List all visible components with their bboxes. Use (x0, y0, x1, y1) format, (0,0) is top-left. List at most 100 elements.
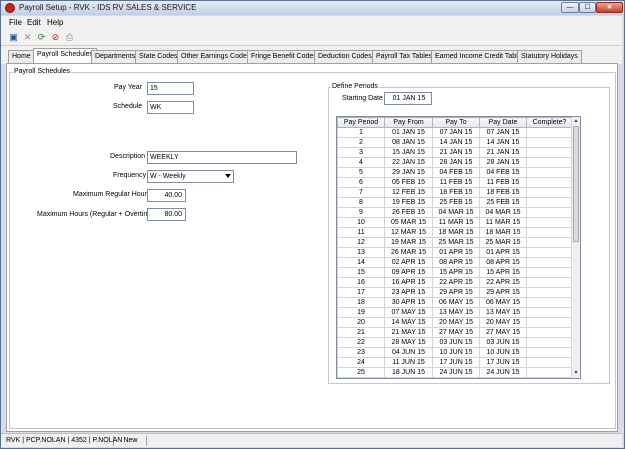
menu-file[interactable]: File (9, 18, 22, 27)
table-row[interactable]: 10 05 MAR 15 11 MAR 15 11 MAR 15 (337, 217, 573, 228)
cell-pay-period[interactable]: 14 (337, 257, 385, 268)
cell-complete[interactable] (526, 147, 573, 158)
cell-pay-period[interactable]: 17 (337, 287, 385, 298)
cell-pay-to[interactable]: 14 JAN 15 (432, 137, 480, 148)
cell-complete[interactable] (526, 337, 573, 348)
tab-departments[interactable]: Departments (91, 50, 140, 64)
cell-pay-from[interactable]: 22 JAN 15 (384, 157, 433, 168)
cell-pay-from[interactable]: 14 MAY 15 (384, 317, 433, 328)
cell-pay-from[interactable]: 19 FEB 15 (384, 197, 433, 208)
cell-pay-date[interactable]: 27 MAY 15 (479, 327, 527, 338)
cell-pay-date[interactable]: 28 JAN 15 (479, 157, 527, 168)
cell-pay-period[interactable]: 20 (337, 317, 385, 328)
cell-pay-from[interactable]: 02 APR 15 (384, 257, 433, 268)
scrollbar-thumb[interactable] (573, 126, 579, 242)
tab-fringe-benefit-codes[interactable]: Fringe Benefit Codes (247, 50, 321, 64)
cell-pay-to[interactable]: 11 FEB 15 (432, 177, 480, 188)
cell-pay-period[interactable]: 8 (337, 197, 385, 208)
starting-date-input[interactable]: 01 JAN 15 (384, 92, 432, 105)
cell-pay-period[interactable]: 12 (337, 237, 385, 248)
cell-pay-from[interactable]: 21 MAY 15 (384, 327, 433, 338)
cell-pay-date[interactable]: 18 MAR 15 (479, 227, 527, 238)
column-header-pay-date[interactable]: Pay Date (479, 117, 527, 128)
cell-complete[interactable] (526, 277, 573, 288)
cell-complete[interactable] (526, 307, 573, 318)
cell-pay-period[interactable]: 6 (337, 177, 385, 188)
table-row[interactable]: 15 09 APR 15 15 APR 15 15 APR 15 (337, 267, 573, 278)
table-row[interactable]: 11 12 MAR 15 18 MAR 15 18 MAR 15 (337, 227, 573, 238)
table-row[interactable]: 6 05 FEB 15 11 FEB 15 11 FEB 15 (337, 177, 573, 188)
table-row[interactable]: 12 19 MAR 15 25 MAR 15 25 MAR 15 (337, 237, 573, 248)
cell-pay-from[interactable]: 25 JUN 15 (384, 377, 433, 378)
minimize-button[interactable]: — (561, 2, 579, 13)
cell-pay-period[interactable]: 16 (337, 277, 385, 288)
cell-pay-date[interactable]: 04 FEB 15 (479, 167, 527, 178)
cell-pay-to[interactable]: 01 JUL 15 (432, 377, 480, 378)
cell-pay-from[interactable]: 12 FEB 15 (384, 187, 433, 198)
cell-complete[interactable] (526, 257, 573, 268)
cell-pay-to[interactable]: 10 JUN 15 (432, 347, 480, 358)
cell-pay-date[interactable]: 01 JUL 15 (479, 377, 527, 378)
cell-pay-to[interactable]: 22 APR 15 (432, 277, 480, 288)
table-row[interactable]: 5 29 JAN 15 04 FEB 15 04 FEB 15 (337, 167, 573, 178)
print-icon[interactable]: ⎙ (64, 32, 75, 43)
frequency-select[interactable]: W - Weekly (147, 170, 234, 183)
max-total-hours-input[interactable]: 80.00 (147, 208, 186, 221)
cell-pay-date[interactable]: 01 APR 15 (479, 247, 527, 258)
cell-pay-from[interactable]: 28 MAY 15 (384, 337, 433, 348)
cell-pay-period[interactable]: 21 (337, 327, 385, 338)
cell-pay-to[interactable]: 18 FEB 15 (432, 187, 480, 198)
column-header-pay-from[interactable]: Pay From (384, 117, 433, 128)
table-row[interactable]: 19 07 MAY 15 13 MAY 15 13 MAY 15 (337, 307, 573, 318)
cell-pay-date[interactable]: 29 APR 15 (479, 287, 527, 298)
cell-pay-from[interactable]: 04 JUN 15 (384, 347, 433, 358)
cell-complete[interactable] (526, 187, 573, 198)
cell-pay-from[interactable]: 01 JAN 15 (384, 127, 433, 138)
tab-home[interactable]: Home (8, 50, 35, 64)
pay-year-input[interactable]: 15 (147, 82, 194, 95)
cell-complete[interactable] (526, 367, 573, 378)
maximize-button[interactable]: ☐ (579, 2, 596, 13)
cell-pay-date[interactable]: 18 FEB 15 (479, 187, 527, 198)
cancel-icon[interactable]: ⊘ (50, 32, 61, 43)
cell-pay-to[interactable]: 11 MAR 15 (432, 217, 480, 228)
menu-edit[interactable]: Edit (27, 18, 41, 27)
cell-pay-from[interactable]: 23 APR 15 (384, 287, 433, 298)
cell-pay-date[interactable]: 08 APR 15 (479, 257, 527, 268)
cell-pay-from[interactable]: 26 MAR 15 (384, 247, 433, 258)
table-row[interactable]: 7 12 FEB 15 18 FEB 15 18 FEB 15 (337, 187, 573, 198)
cell-pay-to[interactable]: 01 APR 15 (432, 247, 480, 258)
cell-pay-from[interactable]: 16 APR 15 (384, 277, 433, 288)
cell-pay-period[interactable]: 11 (337, 227, 385, 238)
table-row[interactable]: 22 28 MAY 15 03 JUN 15 03 JUN 15 (337, 337, 573, 348)
cell-pay-date[interactable]: 13 MAY 15 (479, 307, 527, 318)
cell-pay-date[interactable]: 03 JUN 15 (479, 337, 527, 348)
cell-pay-date[interactable]: 22 APR 15 (479, 277, 527, 288)
cell-pay-from[interactable]: 26 FEB 15 (384, 207, 433, 218)
grid-scrollbar[interactable]: ▲ ▼ (571, 117, 580, 378)
cell-pay-from[interactable]: 05 MAR 15 (384, 217, 433, 228)
save-icon[interactable]: ▣ (8, 32, 19, 43)
cell-complete[interactable] (526, 357, 573, 368)
cell-pay-date[interactable]: 21 JAN 15 (479, 147, 527, 158)
refresh-icon[interactable]: ⟳ (36, 32, 47, 43)
max-regular-hours-input[interactable]: 40.00 (147, 189, 186, 202)
cell-pay-date[interactable]: 11 MAR 15 (479, 217, 527, 228)
cell-complete[interactable] (526, 247, 573, 258)
column-header-complete[interactable]: Complete? (526, 117, 573, 128)
tab-state-codes[interactable]: State Codes (135, 50, 182, 64)
cell-pay-to[interactable]: 27 MAY 15 (432, 327, 480, 338)
table-row[interactable]: 17 23 APR 15 29 APR 15 29 APR 15 (337, 287, 573, 298)
table-row[interactable]: 2625 JUN 1501 JUL 1501 JUL 15 (337, 377, 573, 378)
cell-complete[interactable] (526, 177, 573, 188)
cell-pay-from[interactable]: 19 MAR 15 (384, 237, 433, 248)
table-row[interactable]: 3 15 JAN 15 21 JAN 15 21 JAN 15 (337, 147, 573, 158)
cell-pay-to[interactable]: 07 JAN 15 (432, 127, 480, 138)
cell-complete[interactable] (526, 327, 573, 338)
table-row[interactable]: 24 11 JUN 15 17 JUN 15 17 JUN 15 (337, 357, 573, 368)
cell-pay-from[interactable]: 18 JUN 15 (384, 367, 433, 378)
cell-pay-to[interactable]: 06 MAY 15 (432, 297, 480, 308)
cell-pay-to[interactable]: 25 FEB 15 (432, 197, 480, 208)
cell-complete[interactable] (526, 167, 573, 178)
cell-pay-period[interactable]: 4 (337, 157, 385, 168)
